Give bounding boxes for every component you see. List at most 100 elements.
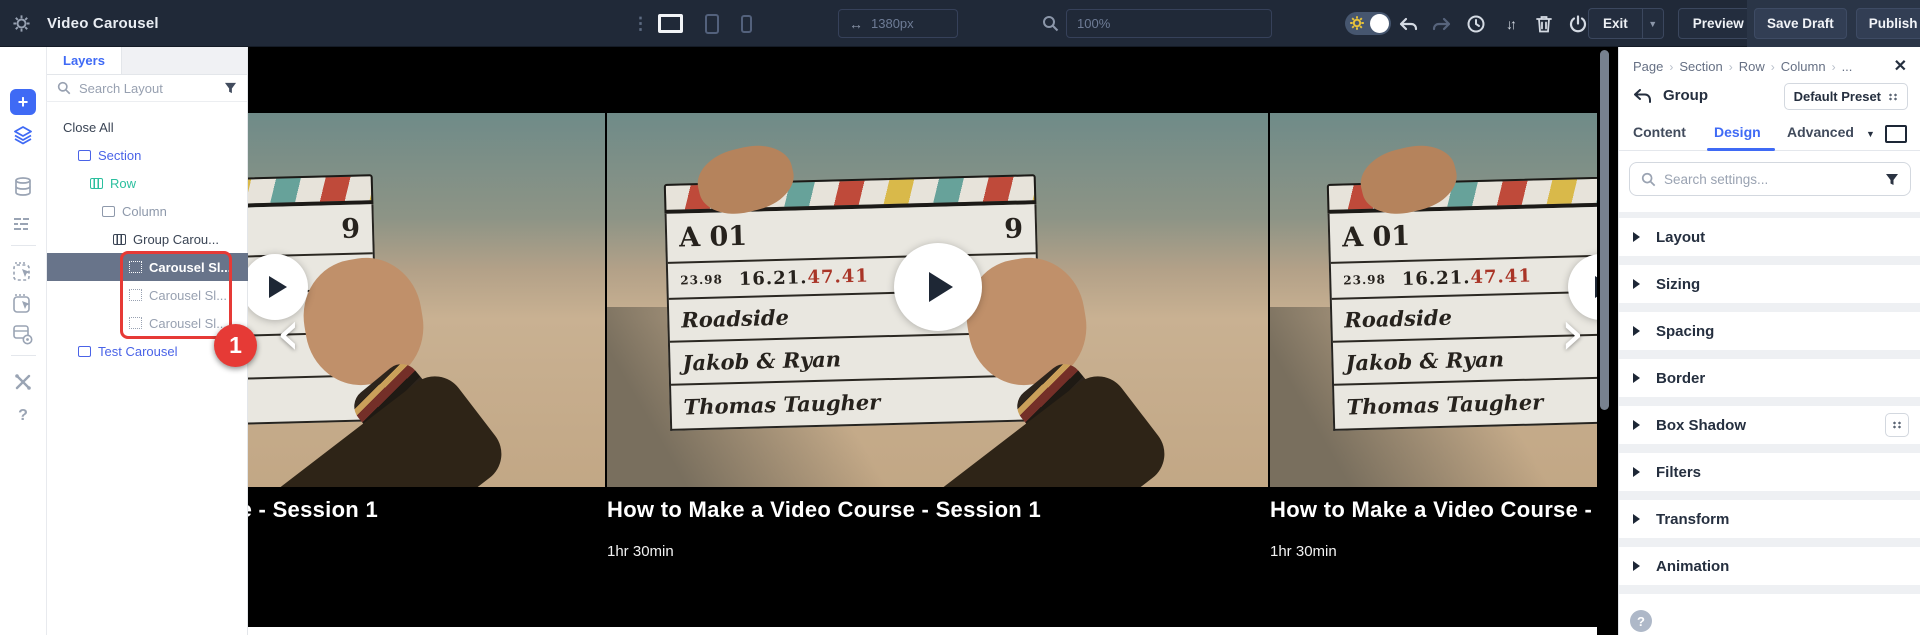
box-shadow-preset-button[interactable] <box>1885 413 1909 437</box>
section-box-shadow[interactable]: Box Shadow <box>1619 406 1920 444</box>
trash-icon[interactable] <box>1534 14 1554 34</box>
breadcrumb-item-section[interactable]: Section <box>1679 59 1722 74</box>
tree-item-carousel-sl[interactable]: Carousel Sl... <box>47 253 248 281</box>
save-draft-button[interactable]: Save Draft <box>1754 8 1847 39</box>
breadcrumb-item-row[interactable]: Row <box>1739 59 1765 74</box>
sort-order-icon[interactable]: ↓↑ <box>1500 14 1520 34</box>
layers-icon[interactable] <box>13 125 33 145</box>
section-border[interactable]: Border <box>1619 359 1920 397</box>
power-icon[interactable] <box>1568 14 1588 34</box>
block-type-icon <box>78 150 91 161</box>
tab-layers[interactable]: Layers <box>47 47 122 74</box>
section-label: Spacing <box>1656 323 1714 340</box>
block-type-icon <box>78 346 91 357</box>
section-label: Filters <box>1656 464 1701 481</box>
dark-mode-toggle[interactable] <box>1345 12 1391 35</box>
tree-item-group-carou[interactable]: Group Carou... <box>47 225 248 253</box>
tree-item-row[interactable]: Row <box>47 169 248 197</box>
add-block-button[interactable]: + <box>10 89 36 115</box>
back-arrow-icon[interactable] <box>1633 89 1651 103</box>
settings-gear-icon[interactable] <box>12 14 31 33</box>
tree-item-section[interactable]: Section <box>47 141 248 169</box>
film-slate: A 01923.9816.21.47.41RoadsideJakob & Rya… <box>1327 174 1597 436</box>
expand-triangle-icon <box>1633 467 1640 477</box>
tree-item-column[interactable]: Column <box>47 197 248 225</box>
breakpoint-frame-icon[interactable] <box>1885 125 1907 143</box>
search-icon <box>57 81 71 95</box>
select-element-icon[interactable] <box>13 261 33 281</box>
settings-filter-funnel-icon[interactable] <box>1885 173 1899 186</box>
select-copy-icon[interactable] <box>13 293 33 313</box>
carousel-prev-arrow[interactable]: ‹ <box>276 302 301 364</box>
tree-item-label: Carousel Sl... <box>149 260 231 275</box>
breadcrumb-separator: › <box>1669 60 1673 74</box>
canvas-zoom-input[interactable]: 100% <box>1066 9 1272 38</box>
carousel-slide-2[interactable]: A 01923.9816.21.47.41RoadsideJakob & Rya… <box>607 113 1268 560</box>
filter-funnel-icon[interactable] <box>224 82 237 94</box>
mobile-breakpoint-icon[interactable] <box>741 15 752 33</box>
settings-search-input[interactable]: Search settings... <box>1629 162 1911 196</box>
viewport-width-input[interactable]: ↔ 1380px <box>838 9 958 38</box>
section-sizing[interactable]: Sizing <box>1619 265 1920 303</box>
play-button[interactable] <box>894 243 982 331</box>
tree-item-label: Carousel Sl... <box>149 316 227 331</box>
canvas-zoom-value: 100% <box>1077 16 1110 31</box>
database-icon[interactable] <box>14 177 32 197</box>
fields-list-icon[interactable] <box>14 217 32 231</box>
publish-button[interactable]: Publish <box>1856 8 1920 39</box>
exit-button[interactable]: Exit <box>1588 8 1642 39</box>
video-duration: 1hr 30min <box>607 543 1268 560</box>
carousel-next-arrow[interactable]: › <box>1560 302 1585 364</box>
canvas-options-kebab-icon[interactable]: ⋮ <box>632 0 648 47</box>
inspector-panel: Page›Section›Row›Column›... ✕ Group Defa… <box>1618 47 1920 635</box>
tab-design[interactable]: Design <box>1714 124 1761 140</box>
tree-item-label: Test Carousel <box>98 344 177 359</box>
video-thumbnail: A 01923.9816.21.47.41RoadsideJakob & Rya… <box>248 113 605 487</box>
close-icon[interactable]: ✕ <box>1894 56 1907 76</box>
tree-item-carousel-sl[interactable]: Carousel Sl... <box>47 281 248 309</box>
sidebar-tabbar: Layers <box>47 47 247 75</box>
tools-icon[interactable] <box>14 373 32 391</box>
block-type-icon <box>129 317 142 329</box>
section-animation[interactable]: Animation <box>1619 547 1920 585</box>
desktop-breakpoint-icon[interactable] <box>658 14 683 33</box>
default-preset-button[interactable]: Default Preset <box>1784 83 1908 110</box>
panel-help-icon[interactable]: ? <box>1630 610 1652 632</box>
canvas-scrollbar[interactable] <box>1600 50 1609 410</box>
tab-content[interactable]: Content <box>1633 124 1686 140</box>
carousel-slide-3[interactable]: A 01923.9816.21.47.41RoadsideJakob & Rya… <box>1270 113 1597 560</box>
video-title: How to Make a Video Course - Session 1 <box>607 497 1268 523</box>
page-background-strip <box>248 627 1597 635</box>
history-clock-icon[interactable] <box>1466 14 1486 34</box>
section-layout[interactable]: Layout <box>1619 218 1920 256</box>
carousel-viewport: A 01923.9816.21.47.41RoadsideJakob & Rya… <box>248 47 1597 635</box>
breadcrumb-item-column[interactable]: Column <box>1781 59 1826 74</box>
redo-icon[interactable] <box>1432 14 1452 34</box>
breadcrumb-separator: › <box>1729 60 1733 74</box>
block-type-icon <box>113 234 126 245</box>
editor-canvas[interactable]: A 01923.9816.21.47.41RoadsideJakob & Rya… <box>248 47 1618 635</box>
block-type-icon <box>129 289 142 301</box>
section-transform[interactable]: Transform <box>1619 500 1920 538</box>
video-thumbnail: A 01923.9816.21.47.41RoadsideJakob & Rya… <box>607 113 1268 487</box>
components-icon[interactable] <box>13 325 33 345</box>
section-filters[interactable]: Filters <box>1619 453 1920 491</box>
tab-advanced[interactable]: Advanced <box>1787 124 1854 140</box>
undo-icon[interactable] <box>1398 14 1418 34</box>
width-arrows-icon: ↔ <box>849 16 863 32</box>
breadcrumb-item-page[interactable]: Page <box>1633 59 1663 74</box>
tabs-caret-icon[interactable]: ▼ <box>1866 129 1875 139</box>
video-title: How to Make a Video Course - Session 1 <box>248 497 605 523</box>
preset-dots-icon <box>1888 93 1898 101</box>
video-title: How to Make a Video Course - Session 1 <box>1270 497 1597 523</box>
active-tab-underline <box>1707 148 1775 151</box>
tablet-breakpoint-icon[interactable] <box>705 14 719 34</box>
video-thumbnail: A 01923.9816.21.47.41RoadsideJakob & Rya… <box>1270 113 1597 487</box>
help-icon[interactable]: ? <box>18 407 28 425</box>
section-spacing[interactable]: Spacing <box>1619 312 1920 350</box>
close-all-button[interactable]: Close All <box>47 113 248 141</box>
carousel-slide-1[interactable]: A 01923.9816.21.47.41RoadsideJakob & Rya… <box>248 113 605 560</box>
layout-search-input[interactable]: Search Layout <box>79 81 216 96</box>
breadcrumb-item-[interactable]: ... <box>1842 59 1853 74</box>
exit-dropdown-caret[interactable]: ▼ <box>1642 8 1664 39</box>
